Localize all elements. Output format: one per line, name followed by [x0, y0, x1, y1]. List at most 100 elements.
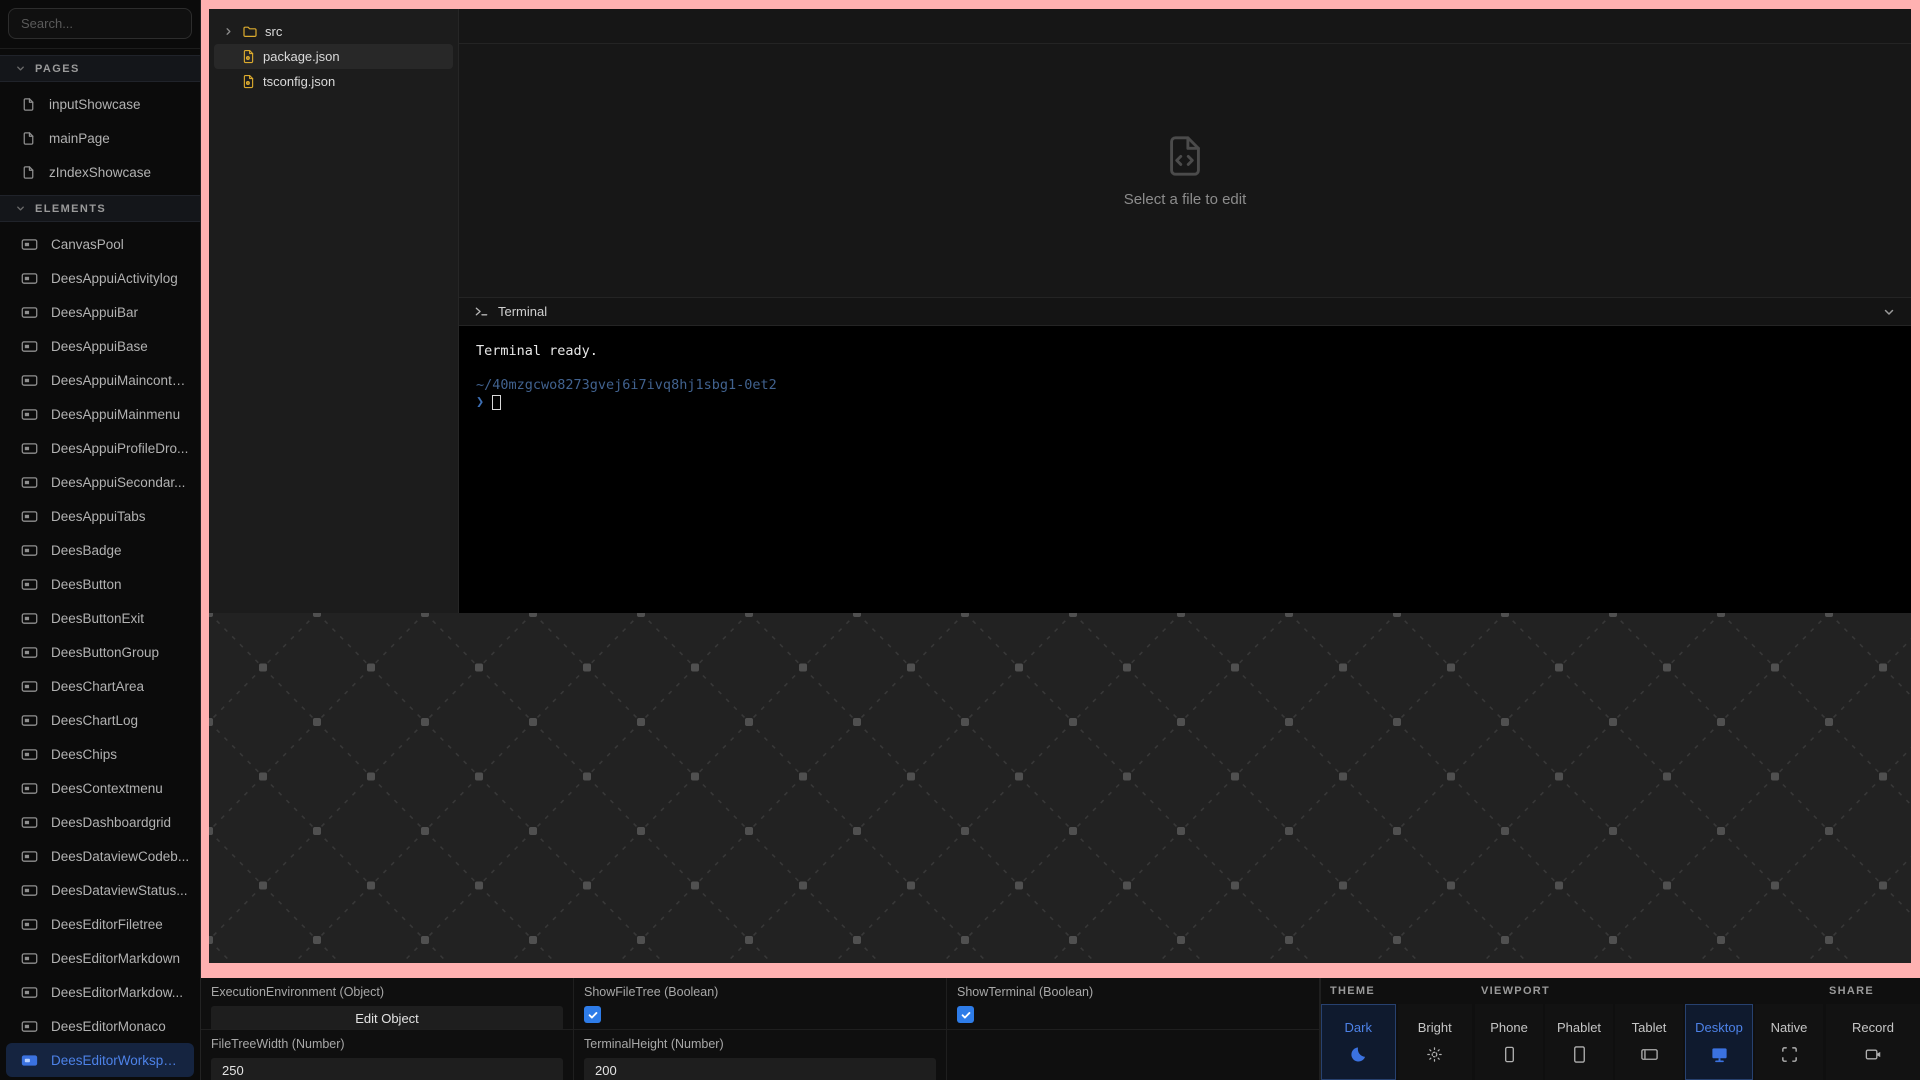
sidebar-item-deeseditormarkdow[interactable]: DeesEditorMarkdow...: [0, 975, 200, 1009]
sidebar-item-inputshowcase[interactable]: inputShowcase: [0, 87, 200, 121]
app-root: PAGES inputShowcasemainPage zIndexShowcase…: [0, 0, 1920, 1080]
tile-label: Dark: [1345, 1020, 1372, 1035]
terminal-icon: [474, 304, 489, 319]
tile-label: Native: [1771, 1020, 1808, 1035]
tile-label: Phablet: [1557, 1020, 1601, 1035]
terminal-output[interactable]: Terminal ready. ~/40mzgcwo8273gvej6i7ivq…: [459, 326, 1911, 613]
viewport-option-phone[interactable]: Phone: [1475, 1004, 1543, 1080]
viewport-group: Phone Phablet TabletDesktop Native: [1475, 1004, 1823, 1080]
sidebar-item-mainpage[interactable]: mainPage: [0, 121, 200, 155]
property-terminal-height: TerminalHeight (Number): [574, 1030, 946, 1080]
record-icon: [1864, 1045, 1883, 1064]
sidebar-item-label: DeesButton: [51, 577, 122, 592]
section-label: PAGES: [35, 63, 80, 75]
element-icon: [21, 984, 38, 1001]
file-tree-row-src[interactable]: src: [214, 19, 453, 44]
sidebar-item-deesappuibar[interactable]: DeesAppuiBar: [0, 295, 200, 329]
showfiletree-checkbox[interactable]: [584, 1006, 601, 1023]
json-file-icon: [241, 74, 256, 89]
terminal-collapse-chevron-icon[interactable]: [1882, 305, 1896, 319]
main-area: srcpackage.jsontsconfig.json: [201, 0, 1920, 1080]
editor-empty-state: Select a file to edit: [459, 44, 1911, 297]
sidebar-item-deesdataviewcodeb[interactable]: DeesDataviewCodeb...: [0, 839, 200, 873]
viewport-header: VIEWPORT: [1472, 978, 1820, 1002]
sidebar-item-deesappuibase[interactable]: DeesAppuiBase: [0, 329, 200, 363]
element-icon: [21, 882, 38, 899]
viewport-option-desktop[interactable]: Desktop: [1685, 1004, 1753, 1080]
sidebar-item-canvaspool[interactable]: CanvasPool: [0, 227, 200, 261]
controls-panel: THEME VIEWPORT SHARE DarkBright PhonePha…: [1320, 978, 1920, 1080]
showterminal-checkbox[interactable]: [957, 1006, 974, 1023]
sidebar-item-deesappuimainmenu[interactable]: DeesAppuiMainmenu: [0, 397, 200, 431]
sidebar-item-label: DeesAppuiBase: [51, 339, 148, 354]
share-option-record[interactable]: Record: [1826, 1004, 1920, 1080]
element-icon: [21, 236, 38, 253]
terminal-header[interactable]: Terminal: [459, 297, 1911, 326]
property-empty-cell: [947, 1030, 1319, 1080]
sidebar-item-deesbuttonexit[interactable]: DeesButtonExit: [0, 601, 200, 635]
sidebar-item-deescontextmenu[interactable]: DeesContextmenu: [0, 771, 200, 805]
element-icon: [21, 576, 38, 593]
sidebar-item-deeseditormarkdown[interactable]: DeesEditorMarkdown: [0, 941, 200, 975]
terminalheight-input[interactable]: [584, 1058, 936, 1080]
viewport-option-native[interactable]: Native: [1755, 1004, 1823, 1080]
sidebar-item-label: DeesEditorMonaco: [51, 1019, 166, 1034]
theme-option-bright[interactable]: Bright: [1398, 1004, 1473, 1080]
sidebar-item-zindexshowcase[interactable]: zIndexShowcase: [0, 155, 200, 189]
sidebar-item-deesappuiprofiledro[interactable]: DeesAppuiProfileDro...: [0, 431, 200, 465]
terminal-title: Terminal: [498, 304, 547, 319]
sidebar-item-label: DeesChartArea: [51, 679, 144, 694]
sidebar-item-deesappuitabs[interactable]: DeesAppuiTabs: [0, 499, 200, 533]
element-icon: [21, 542, 38, 559]
sidebar-item-deesbuttongroup[interactable]: DeesButtonGroup: [0, 635, 200, 669]
filetreewidth-input[interactable]: [211, 1058, 563, 1080]
element-icon: [21, 746, 38, 763]
canvas-pattern: [209, 613, 1911, 963]
element-selected-icon: [21, 1052, 38, 1069]
search-input[interactable]: [8, 8, 192, 39]
sidebar-item-label: DeesButtonGroup: [51, 645, 159, 660]
section-label: ELEMENTS: [35, 203, 106, 215]
file-tree-row-package.json[interactable]: package.json: [214, 44, 453, 69]
viewport-option-tablet[interactable]: Tablet: [1615, 1004, 1683, 1080]
sidebar-item-deesappuiactivitylog[interactable]: DeesAppuiActivitylog: [0, 261, 200, 295]
file-tree-row-tsconfig.json[interactable]: tsconfig.json: [214, 69, 453, 94]
edit-object-button[interactable]: Edit Object: [211, 1006, 563, 1030]
sidebar-item-deeseditorworkspace[interactable]: DeesEditorWorkspace: [6, 1043, 194, 1077]
element-icon: [21, 474, 38, 491]
native-icon: [1780, 1045, 1799, 1064]
property-label: FileTreeWidth (Number): [211, 1037, 563, 1051]
section-header-pages[interactable]: PAGES: [0, 55, 200, 82]
desktop-icon: [1710, 1045, 1729, 1064]
sidebar-item-deesappuisecondar[interactable]: DeesAppuiSecondar...: [0, 465, 200, 499]
theme-option-dark[interactable]: Dark: [1321, 1004, 1396, 1080]
sidebar-item-label: DeesAppuiProfileDro...: [51, 441, 188, 456]
sidebar-item-label: DeesChips: [51, 747, 117, 762]
sidebar-item-deesdashboardgrid[interactable]: DeesDashboardgrid: [0, 805, 200, 839]
phone-icon: [1500, 1045, 1519, 1064]
property-label: TerminalHeight (Number): [584, 1037, 936, 1051]
sidebar-item-label: DeesEditorFiletree: [51, 917, 163, 932]
editor-column: Select a file to edit Terminal: [459, 9, 1911, 613]
sidebar-item-deesappuimainconte[interactable]: DeesAppuiMainconte...: [0, 363, 200, 397]
sidebar-item-label: DeesEditorMarkdown: [51, 951, 180, 966]
sidebar-item-deeschips[interactable]: DeesChips: [0, 737, 200, 771]
check-icon: [587, 1009, 599, 1021]
section-list-pages: inputShowcasemainPage zIndexShowcase: [0, 82, 200, 189]
sidebar-item-deeschartarea[interactable]: DeesChartArea: [0, 669, 200, 703]
sidebar-item-deesdataviewstatus[interactable]: DeesDataviewStatus...: [0, 873, 200, 907]
property-label: ShowTerminal (Boolean): [957, 985, 1309, 999]
sidebar-item-deesbutton[interactable]: DeesButton: [0, 567, 200, 601]
sidebar-item-deeseditormonaco[interactable]: DeesEditorMonaco: [0, 1009, 200, 1043]
demo-frame: srcpackage.jsontsconfig.json: [201, 0, 1920, 978]
sidebar-item-deesbadge[interactable]: DeesBadge: [0, 533, 200, 567]
element-icon: [21, 712, 38, 729]
page-icon: [21, 131, 36, 146]
viewport-option-phablet[interactable]: Phablet: [1545, 1004, 1613, 1080]
element-icon: [21, 610, 38, 627]
file-code-icon: [1162, 133, 1208, 179]
sidebar-item-deeschartlog[interactable]: DeesChartLog: [0, 703, 200, 737]
sidebar-item-label: zIndexShowcase: [49, 165, 151, 180]
section-header-elements[interactable]: ELEMENTS: [0, 195, 200, 222]
sidebar-item-deeseditorfiletree[interactable]: DeesEditorFiletree: [0, 907, 200, 941]
